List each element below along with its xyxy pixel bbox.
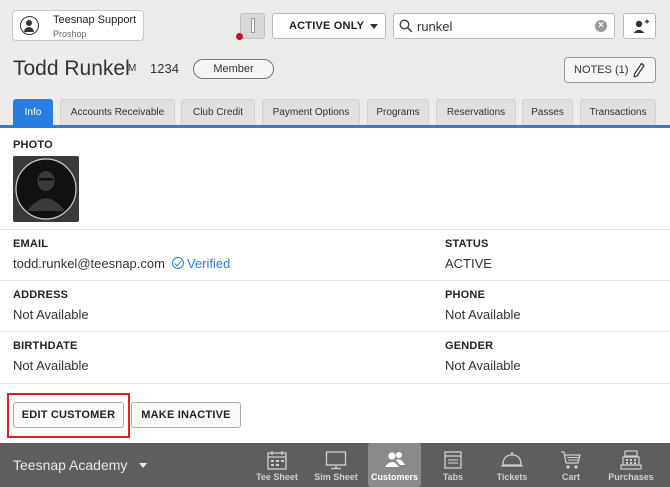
- status-filter-value: ACTIVE ONLY: [289, 20, 365, 32]
- customer-name: Todd Runkel: [13, 57, 130, 80]
- phone-label: PHONE: [445, 289, 486, 301]
- make-inactive-button[interactable]: MAKE INACTIVE: [131, 402, 241, 428]
- user-menu[interactable]: Teesnap Support Proshop: [12, 10, 144, 41]
- register-icon: [620, 450, 642, 470]
- gender-value: Not Available: [445, 358, 521, 373]
- bell-icon: [501, 452, 523, 467]
- status-filter-select[interactable]: ACTIVE ONLY: [272, 13, 386, 39]
- tab-reservations[interactable]: Reservations: [436, 99, 516, 125]
- cart-icon: [561, 451, 581, 469]
- tab-info[interactable]: Info: [13, 99, 53, 125]
- search-box: ×: [393, 13, 615, 39]
- email-value: todd.runkel@teesnap.com: [13, 256, 165, 271]
- calendar-icon: [267, 451, 287, 470]
- search-icon: [399, 19, 413, 33]
- address-label: ADDRESS: [13, 289, 69, 301]
- tab-programs[interactable]: Programs: [367, 99, 429, 125]
- highlight-box: [7, 393, 130, 438]
- tab-payment-options[interactable]: Payment Options: [262, 99, 360, 125]
- users-icon: [384, 452, 405, 467]
- add-customer-button[interactable]: [623, 13, 656, 39]
- verified-check-icon: [172, 257, 184, 269]
- nav-tee-sheet[interactable]: Tee Sheet: [252, 443, 302, 487]
- gender-label: GENDER: [445, 340, 494, 352]
- tab-club-credit[interactable]: Club Credit: [181, 99, 255, 125]
- pencil-icon: [633, 62, 645, 78]
- birthdate-label: BIRTHDATE: [13, 340, 78, 352]
- tab-bar: Info Accounts Receivable Club Credit Pay…: [0, 99, 670, 128]
- tab-transactions[interactable]: Transactions: [580, 99, 656, 125]
- bottom-nav-bar: Teesnap Academy Tee Sheet Sim Sheet Cust…: [0, 443, 670, 487]
- divider: [0, 229, 670, 230]
- add-user-icon: [633, 19, 649, 33]
- card-reader-icon: [251, 18, 255, 33]
- user-role: Proshop: [53, 29, 87, 39]
- search-input[interactable]: [417, 17, 587, 35]
- tabs-icon: [444, 451, 462, 469]
- nav-label: Tickets: [496, 472, 528, 482]
- nav-tabs[interactable]: Tabs: [430, 443, 476, 487]
- customer-photo[interactable]: [13, 156, 79, 222]
- verified-label: Verified: [187, 256, 231, 271]
- nav-label: Customers: [370, 472, 418, 482]
- user-avatar-icon: [20, 16, 39, 35]
- nav-label: Tee Sheet: [256, 472, 298, 482]
- default-avatar-icon: [15, 158, 77, 220]
- email-verified-badge: Verified: [172, 256, 230, 271]
- customer-id: 1234: [150, 61, 179, 76]
- nav-purchases[interactable]: Purchases: [603, 443, 659, 487]
- member-badge: Member: [193, 59, 274, 79]
- customer-type-initial: M: [128, 63, 137, 74]
- status-value: ACTIVE: [445, 256, 492, 271]
- nav-label: Purchases: [608, 472, 654, 482]
- clear-search-icon[interactable]: ×: [595, 20, 607, 32]
- phone-value: Not Available: [445, 307, 521, 322]
- divider: [0, 280, 670, 281]
- status-dot: [236, 33, 243, 40]
- chevron-down-icon: [370, 24, 378, 29]
- nav-label: Tabs: [442, 472, 464, 482]
- nav-tickets[interactable]: Tickets: [488, 443, 536, 487]
- nav-label: Cart: [561, 472, 580, 482]
- nav-customers[interactable]: Customers: [368, 443, 421, 487]
- user-name: Teesnap Support: [53, 14, 137, 26]
- tab-passes[interactable]: Passes: [522, 99, 573, 125]
- terminal-status-button[interactable]: [240, 13, 265, 39]
- divider: [0, 383, 670, 384]
- monitor-icon: [325, 451, 347, 470]
- tab-accounts-receivable[interactable]: Accounts Receivable: [60, 99, 175, 125]
- nav-sim-sheet[interactable]: Sim Sheet: [310, 443, 362, 487]
- notes-button[interactable]: NOTES (1): [564, 57, 656, 83]
- chevron-down-icon: [139, 463, 147, 468]
- birthdate-value: Not Available: [13, 358, 89, 373]
- divider: [0, 331, 670, 332]
- location-name: Teesnap Academy: [13, 457, 128, 473]
- photo-label: PHOTO: [13, 139, 53, 151]
- status-label: STATUS: [445, 238, 489, 250]
- address-value: Not Available: [13, 307, 89, 322]
- nav-label: Sim Sheet: [314, 472, 358, 482]
- email-label: EMAIL: [13, 238, 49, 250]
- nav-cart[interactable]: Cart: [548, 443, 594, 487]
- header: Teesnap Support Proshop ACTIVE ONLY × To…: [0, 0, 670, 128]
- notes-label: NOTES (1): [574, 64, 629, 76]
